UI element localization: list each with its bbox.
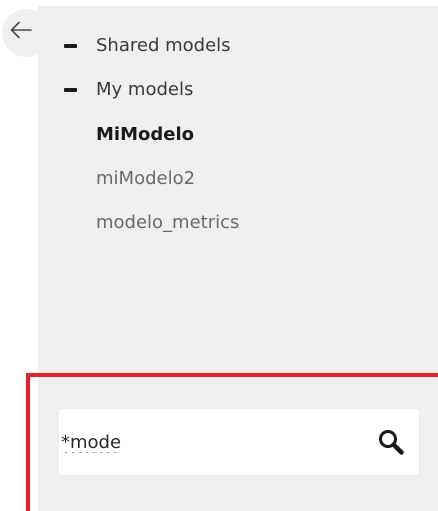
- tree-group-label: My models: [96, 79, 194, 100]
- model-browser: Shared models My models MiModelo miModel…: [0, 0, 438, 511]
- tree-group-label: Shared models: [96, 35, 231, 56]
- tree-item-mimodelo2[interactable]: miModelo2: [96, 168, 195, 190]
- minus-icon[interactable]: [64, 88, 77, 92]
- arrow-left-icon: [10, 21, 32, 39]
- search-button[interactable]: [377, 428, 405, 456]
- magnifier-icon: [379, 430, 404, 455]
- tree-group-shared-models[interactable]: Shared models: [64, 35, 231, 57]
- back-button[interactable]: [2, 9, 50, 57]
- minus-icon[interactable]: [64, 44, 77, 48]
- tree-item-modelo-metrics[interactable]: modelo_metrics: [96, 212, 239, 234]
- tree-group-my-models[interactable]: My models: [64, 79, 193, 101]
- search-box: [59, 409, 419, 475]
- tree-item-mimodelo[interactable]: MiModelo: [96, 124, 194, 146]
- search-input[interactable]: [61, 427, 361, 457]
